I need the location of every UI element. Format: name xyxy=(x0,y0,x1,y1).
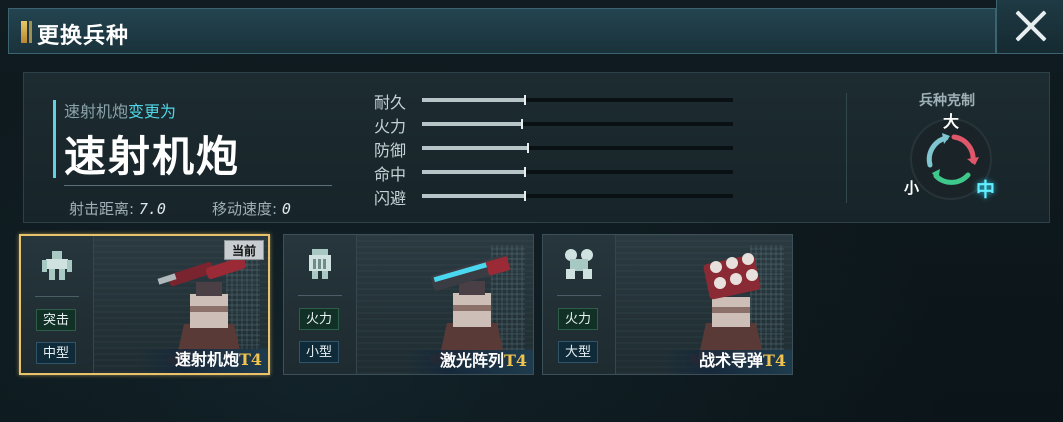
unit-art: 激光阵列T4 xyxy=(357,235,533,374)
stat-label: 耐久 xyxy=(374,93,407,112)
stat-marker xyxy=(523,191,526,201)
stat-fill xyxy=(422,146,528,150)
speed-label: 移动速度: xyxy=(212,200,278,218)
from-unit: 速射机炮 xyxy=(64,102,129,121)
title-mark-icon xyxy=(21,21,32,43)
card-name-bar: 战术导弹T4 xyxy=(662,350,792,374)
card-name-bar: 激光阵列T4 xyxy=(403,350,533,374)
stat-marker xyxy=(523,95,526,105)
unit-card-laser-array[interactable]: 火力 小型 激光阵列T4 xyxy=(283,234,534,375)
card-class-column: 突击 中型 xyxy=(21,236,94,373)
stat-firepower: 火力 xyxy=(374,113,744,136)
close-button[interactable] xyxy=(996,0,1063,54)
unit-name-label: 激光阵列 xyxy=(439,351,504,370)
divider xyxy=(64,185,332,186)
size-tag: 小型 xyxy=(299,341,339,363)
change-line: 速射机炮变更为 xyxy=(64,98,176,122)
accent-bar xyxy=(53,100,56,178)
unit-name-label: 战术导弹 xyxy=(698,351,763,370)
unit-info-panel: 速射机炮变更为 速射机炮 射击距离: 7.0 移动速度: 0 耐久 火力 防御 … xyxy=(23,72,1050,223)
stat-label: 防御 xyxy=(374,141,407,160)
stat-marker xyxy=(520,119,523,129)
divider xyxy=(298,295,342,296)
stat-fill xyxy=(422,98,525,102)
assault-mech-icon xyxy=(42,251,72,280)
close-icon[interactable] xyxy=(1015,10,1047,42)
divider xyxy=(846,93,847,203)
current-badge: 当前 xyxy=(224,240,264,260)
stat-durability: 耐久 xyxy=(374,89,744,112)
size-tag: 中型 xyxy=(36,342,76,364)
role-tag: 火力 xyxy=(558,308,598,330)
change-verb: 变更为 xyxy=(128,102,177,121)
stat-accuracy: 命中 xyxy=(374,161,744,184)
card-name: 战术导弹T4 xyxy=(699,347,786,371)
stat-evasion: 闪避 xyxy=(374,185,744,208)
role-tag: 火力 xyxy=(299,308,339,330)
range-label: 射击距离: xyxy=(69,200,135,218)
stat-bar xyxy=(422,95,733,105)
counter-title: 兵种克制 xyxy=(919,93,975,109)
stat-fill xyxy=(422,194,525,198)
card-class-column: 火力 大型 xyxy=(543,235,616,374)
counter-medium: 中 xyxy=(976,179,996,201)
tier-label: T4 xyxy=(503,351,527,370)
card-name-bar: 速射机炮T4 xyxy=(138,349,268,373)
stat-label: 命中 xyxy=(374,165,407,184)
stat-defense: 防御 xyxy=(374,137,744,160)
role-tag: 突击 xyxy=(36,309,76,331)
counter-small: 小 xyxy=(904,179,920,197)
divider xyxy=(35,296,79,297)
stat-bar xyxy=(422,119,733,129)
speed-value: 0 xyxy=(281,200,291,218)
speed-stat: 移动速度: 0 xyxy=(212,198,291,219)
unit-name: 速射机炮 xyxy=(64,132,241,181)
card-class-column: 火力 小型 xyxy=(284,235,357,374)
stat-label: 闪避 xyxy=(374,189,407,208)
unit-art: 当前 速射机炮T4 xyxy=(94,236,268,373)
stat-fill xyxy=(422,122,522,126)
window-title: 更换兵种 xyxy=(37,23,130,49)
stat-marker xyxy=(526,143,529,153)
range-value: 7.0 xyxy=(138,200,166,218)
range-stat: 射击距离: 7.0 xyxy=(69,198,166,219)
unit-card-rapid-cannon[interactable]: 突击 中型 当前 速射机炮T4 xyxy=(19,234,270,375)
stat-marker xyxy=(523,167,526,177)
tier-label: T4 xyxy=(762,351,786,370)
counter-large: 大 xyxy=(943,112,960,131)
heavy-mech-icon xyxy=(565,249,593,279)
stat-bar xyxy=(422,191,733,201)
divider xyxy=(557,295,601,296)
card-name: 激光阵列T4 xyxy=(440,347,527,371)
tier-label: T4 xyxy=(238,350,262,369)
stat-bar xyxy=(422,143,733,153)
unit-card-tactical-missile[interactable]: 火力 大型 战术导弹T4 xyxy=(542,234,793,375)
card-name: 速射机炮T4 xyxy=(175,346,262,370)
stat-fill xyxy=(422,170,525,174)
unit-art: 战术导弹T4 xyxy=(616,235,792,374)
stat-label: 火力 xyxy=(374,117,407,136)
size-tag: 大型 xyxy=(558,341,598,363)
firepower-mech-icon xyxy=(309,249,331,279)
title-bar: 更换兵种 xyxy=(8,8,996,54)
unit-name-label: 速射机炮 xyxy=(174,350,239,369)
stat-bar xyxy=(422,167,733,177)
